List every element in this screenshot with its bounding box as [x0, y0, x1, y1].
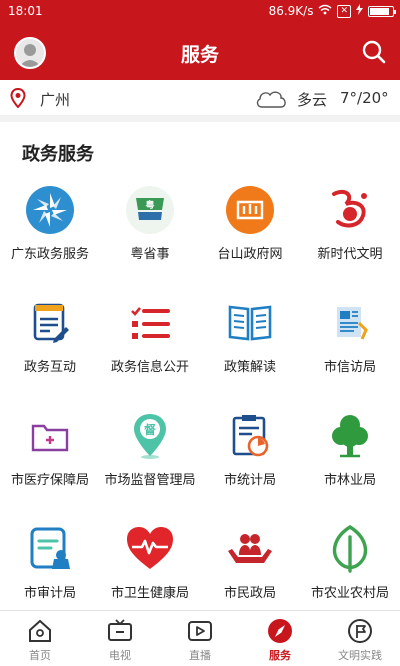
service-tile[interactable]: 市信访局	[300, 297, 400, 410]
status-bar: 18:01 86.9K/s ✕	[0, 0, 400, 24]
service-label: 政务信息公开	[110, 360, 189, 375]
service-tile[interactable]: 广东政务服务	[0, 184, 100, 297]
tab-tv[interactable]: 电视	[80, 611, 160, 666]
tab-label: 电视	[109, 649, 131, 662]
service-tile[interactable]: 政务信息公开	[100, 297, 200, 410]
service-label: 市卫生健康局	[110, 586, 189, 601]
tab-label: 服务	[269, 649, 291, 662]
service-label: 市信访局	[323, 360, 376, 375]
live-video-icon	[187, 618, 213, 644]
service-tile[interactable]: 市民政局	[200, 523, 300, 610]
taishan-gov-logo-icon	[224, 184, 276, 236]
compass-icon	[267, 618, 293, 644]
tab-label: 首页	[29, 649, 51, 662]
service-label: 政策解读	[223, 360, 276, 375]
service-tile[interactable]: 政务互动	[0, 297, 100, 410]
audit-document-icon	[24, 523, 76, 575]
tab-live[interactable]: 直播	[160, 611, 240, 666]
status-indicators: 86.9K/s ✕	[268, 4, 396, 18]
tab-label: 文明实践	[338, 649, 382, 662]
heart-pulse-icon	[124, 523, 176, 575]
location-weather-bar: 广州 多云 7°/20°	[0, 80, 400, 116]
svg-text:粤: 粤	[145, 199, 154, 211]
service-label: 市农业农村局	[310, 586, 389, 601]
service-label: 新时代文明	[317, 247, 383, 262]
service-label: 台山政府网	[217, 247, 283, 262]
page-title: 服务	[180, 44, 219, 66]
home-icon	[27, 618, 53, 644]
tv-icon	[107, 618, 133, 644]
tab-home[interactable]: 首页	[0, 611, 80, 666]
no-sim-icon: ✕	[337, 4, 351, 18]
service-label: 市林业局	[323, 473, 376, 488]
medical-folder-icon	[24, 410, 76, 462]
network-speed: 86.9K/s	[268, 4, 314, 18]
service-label: 市民政局	[223, 586, 276, 601]
battery-icon	[368, 5, 396, 17]
service-tile[interactable]: 市农业农村局	[300, 523, 400, 610]
status-time: 18:01	[8, 4, 43, 18]
city-name[interactable]: 广州	[40, 89, 70, 110]
weather-text: 多云	[297, 91, 328, 109]
bottom-tab-bar: 首页 电视 直播 服务 文明实践	[0, 610, 400, 666]
location-pin-icon[interactable]	[10, 87, 26, 109]
supervision-pin-icon: 督	[124, 410, 176, 462]
hands-people-icon	[224, 523, 276, 575]
service-tile[interactable]: 政策解读	[200, 297, 300, 410]
service-tile[interactable]: 台山政府网	[200, 184, 300, 297]
tab-services[interactable]: 服务	[240, 611, 320, 666]
charging-icon	[356, 4, 363, 18]
service-tile[interactable]: 粤 粤省事	[100, 184, 200, 297]
service-label: 广东政务服务	[10, 247, 89, 262]
service-tile[interactable]: 市统计局	[200, 410, 300, 523]
open-book-icon	[224, 297, 276, 349]
service-label: 粤省事	[130, 247, 170, 262]
cloud-icon	[254, 87, 288, 109]
service-tile[interactable]: 新时代文明	[300, 184, 400, 297]
guangdong-gov-logo-icon	[24, 184, 76, 236]
checklist-icon	[124, 297, 176, 349]
service-grid: 广东政务服务 粤 粤省事 台山政府网 新时代文明 政务互动 政务信息公开 政策解…	[0, 184, 400, 610]
service-label: 市审计局	[23, 586, 76, 601]
search-icon[interactable]	[360, 38, 388, 66]
app-header: 服务	[0, 24, 400, 80]
civilization-logo-icon	[324, 184, 376, 236]
yueshengshi-logo-icon: 粤	[124, 184, 176, 236]
service-tile[interactable]: 市卫生健康局	[100, 523, 200, 610]
gov-services-panel: 政务服务 广东政务服务 粤 粤省事 台山政府网 新时代文明 政务互动 政务信息公…	[0, 122, 400, 610]
service-label: 政务互动	[23, 360, 76, 375]
tree-icon	[324, 410, 376, 462]
flag-badge-icon	[347, 618, 373, 644]
service-tile[interactable]: 督 市场监督管理局	[100, 410, 200, 523]
statistics-clipboard-icon	[224, 410, 276, 462]
leaf-icon	[324, 523, 376, 575]
document-edit-icon	[24, 297, 76, 349]
service-tile[interactable]: 市林业局	[300, 410, 400, 523]
tab-label: 直播	[189, 649, 211, 662]
petition-document-icon	[324, 297, 376, 349]
svg-text:督: 督	[144, 422, 156, 437]
wifi-icon	[318, 4, 332, 18]
section-title: 政务服务	[22, 144, 94, 165]
temperature-text: 7°/20°	[340, 89, 389, 107]
service-tile[interactable]: 市审计局	[0, 523, 100, 610]
tab-civilization-practice[interactable]: 文明实践	[320, 611, 400, 666]
service-label: 市场监督管理局	[104, 473, 196, 488]
service-tile[interactable]: 市医疗保障局	[0, 410, 100, 523]
service-label: 市医疗保障局	[10, 473, 89, 488]
battery-fill	[370, 7, 389, 15]
service-label: 市统计局	[223, 473, 276, 488]
